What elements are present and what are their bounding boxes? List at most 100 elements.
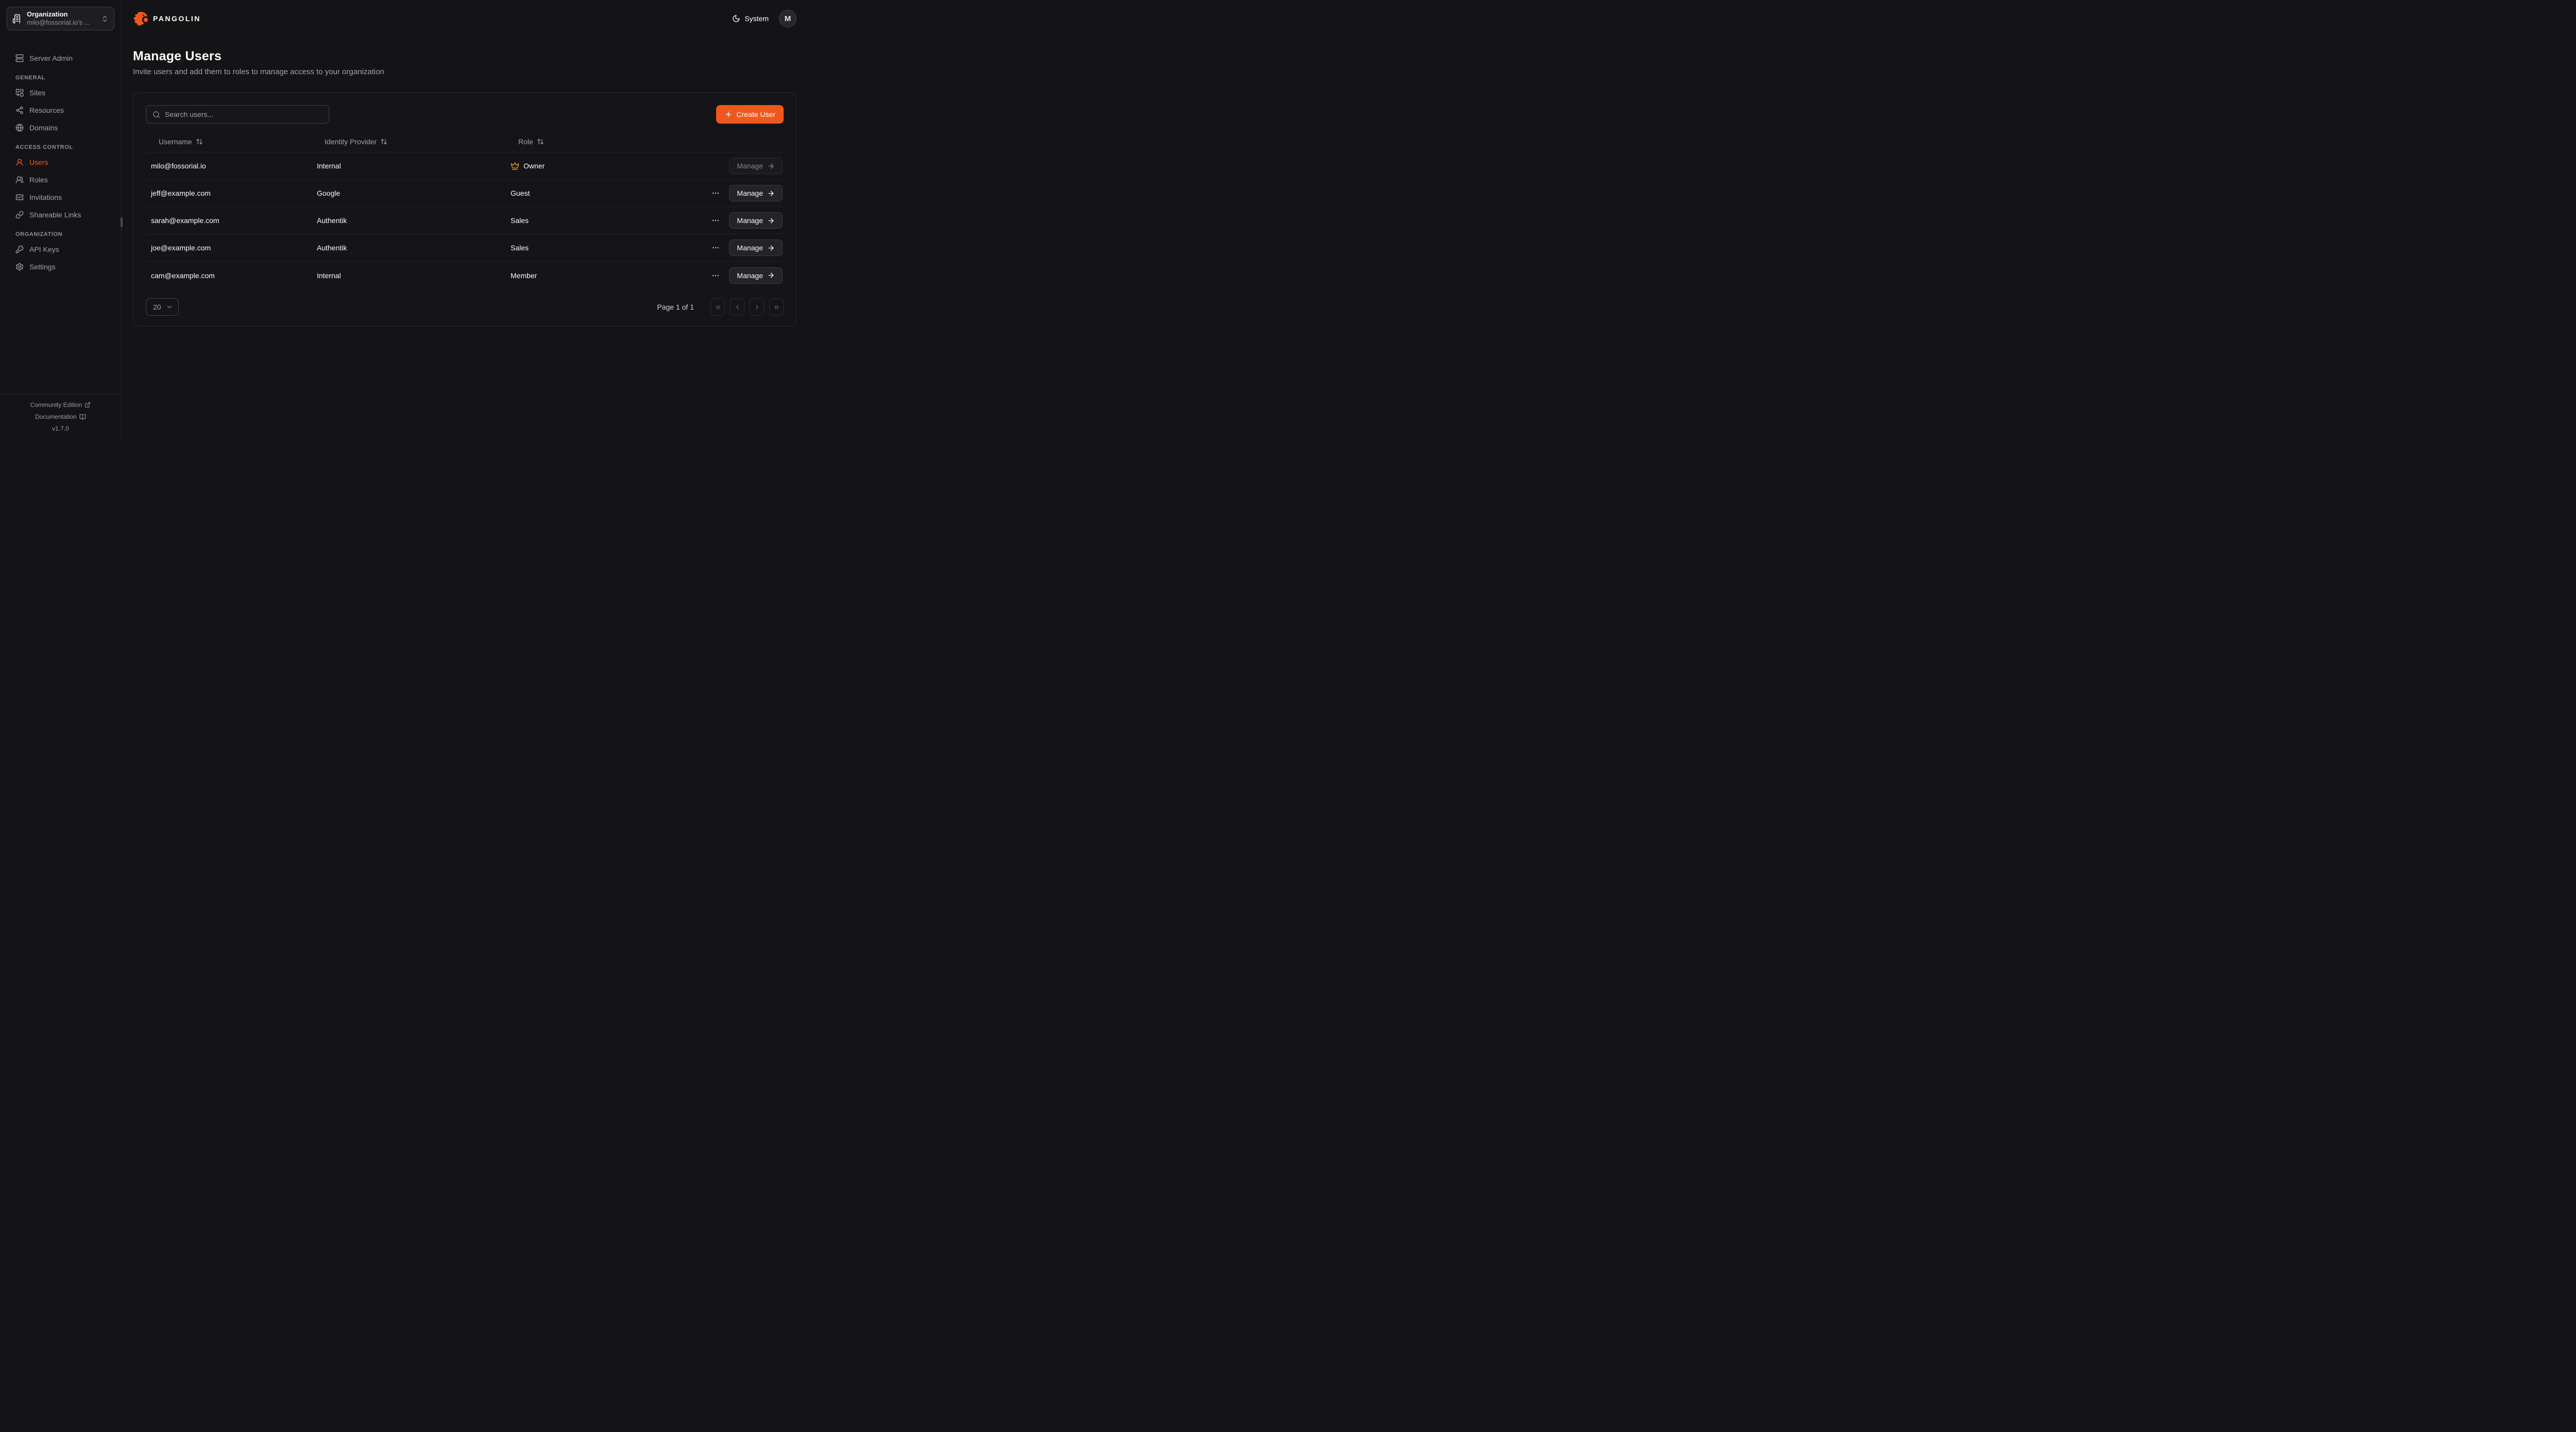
manage-button: Manage: [729, 158, 783, 174]
topbar: PANGOLIN System M: [133, 10, 796, 27]
ticket-check-icon: [15, 193, 24, 201]
pagination-bar: 20 Page 1 of 1: [146, 298, 784, 316]
sidebar-item-resources[interactable]: Resources: [15, 104, 112, 116]
pangolin-wordmark: PANGOLIN: [153, 14, 201, 23]
sidebar-item-shareable-links[interactable]: Shareable Links: [15, 209, 112, 221]
sidebar-nav: Server Admin GENERAL Sites Resources Dom…: [15, 41, 112, 278]
sort-icon: [196, 138, 203, 145]
manage-button[interactable]: Manage: [729, 267, 783, 284]
provider-cell: Google: [312, 189, 505, 197]
theme-toggle-label: System: [744, 14, 769, 23]
first-page-button[interactable]: [710, 298, 725, 316]
row-menu-button[interactable]: [710, 215, 721, 226]
sidebar-item-roles[interactable]: Roles: [15, 174, 112, 186]
community-edition-label: Community Edition: [30, 401, 82, 408]
row-actions: Manage: [718, 267, 784, 284]
arrow-right-icon: [767, 271, 775, 279]
sidebar-item-label: Shareable Links: [29, 211, 81, 219]
manage-label: Manage: [737, 162, 763, 170]
provider-cell: Authentik: [312, 216, 505, 225]
manage-label: Manage: [737, 216, 763, 225]
provider-cell: Authentik: [312, 244, 505, 252]
table-header-row: Username Identity Provider Role: [146, 131, 784, 152]
column-header-label: Username: [159, 138, 192, 146]
sidebar-item-label: Settings: [29, 263, 56, 271]
page-size-value: 20: [153, 303, 161, 311]
column-header-username[interactable]: Username: [146, 138, 312, 146]
row-menu-button[interactable]: [710, 270, 721, 281]
provider-cell: Internal: [312, 162, 505, 170]
provider-cell: Internal: [312, 271, 505, 280]
sidebar-item-label: Resources: [29, 106, 64, 114]
search-box: [146, 105, 329, 124]
server-icon: [15, 54, 24, 62]
gear-icon: [15, 263, 24, 271]
page-info: Page 1 of 1: [657, 303, 694, 311]
last-page-button[interactable]: [769, 298, 784, 316]
prev-page-button[interactable]: [730, 298, 744, 316]
row-actions: Manage: [718, 158, 784, 174]
sidebar-item-server-admin[interactable]: Server Admin: [15, 52, 112, 64]
section-label-organization: ORGANIZATION: [15, 231, 112, 237]
page-subtitle: Invite users and add them to roles to ma…: [133, 67, 796, 76]
next-page-button[interactable]: [750, 298, 764, 316]
users-toolbar: Create User: [146, 105, 784, 124]
key-icon: [15, 245, 24, 253]
avatar[interactable]: M: [779, 10, 796, 27]
pangolin-logo[interactable]: PANGOLIN: [133, 11, 201, 27]
org-selector[interactable]: Organization milo@fossorial.io's ...: [7, 7, 114, 30]
column-header-role[interactable]: Role: [505, 138, 718, 146]
sidebar-item-settings[interactable]: Settings: [15, 261, 112, 273]
table-row: cam@example.com Internal Member Manage: [146, 262, 784, 289]
manage-button[interactable]: Manage: [729, 240, 783, 256]
manage-label: Manage: [737, 189, 763, 197]
sidebar-item-users[interactable]: Users: [15, 156, 112, 168]
share-nodes-icon: [15, 106, 24, 114]
moon-icon: [732, 14, 740, 23]
sidebar-item-sites[interactable]: Sites: [15, 87, 112, 99]
row-actions: Manage: [718, 240, 784, 256]
page-title: Manage Users: [133, 49, 796, 64]
column-header-provider[interactable]: Identity Provider: [312, 138, 505, 146]
theme-toggle[interactable]: System: [732, 14, 769, 23]
users-icon: [15, 176, 24, 184]
globe-icon: [15, 124, 24, 132]
username-cell: cam@example.com: [146, 271, 312, 280]
pangolin-logo-icon: [133, 11, 149, 27]
sidebar-item-label: Roles: [29, 176, 48, 184]
manage-button[interactable]: Manage: [729, 212, 783, 229]
community-edition-link[interactable]: Community Edition: [5, 401, 116, 408]
org-selector-value: milo@fossorial.io's ...: [27, 19, 96, 27]
chevron-down-icon: [166, 303, 173, 311]
page-size-select[interactable]: 20: [146, 298, 179, 316]
sidebar-item-api-keys[interactable]: API Keys: [15, 243, 112, 255]
arrow-right-icon: [767, 244, 775, 252]
create-user-label: Create User: [737, 110, 775, 118]
search-input[interactable]: [165, 110, 323, 118]
main-area: PANGOLIN System M Manage Users Invite us…: [122, 0, 808, 443]
documentation-link[interactable]: Documentation: [5, 413, 116, 420]
role-cell: Guest: [505, 189, 718, 197]
sort-icon: [537, 138, 544, 145]
sidebar-item-invitations[interactable]: Invitations: [15, 191, 112, 203]
row-menu-button[interactable]: [710, 243, 721, 253]
building-icon: [12, 14, 22, 24]
create-user-button[interactable]: Create User: [716, 105, 784, 124]
combine-icon: [15, 89, 24, 97]
row-menu-button[interactable]: [710, 188, 721, 198]
org-selector-texts: Organization milo@fossorial.io's ...: [27, 10, 96, 27]
pagination-right: Page 1 of 1: [657, 298, 784, 316]
sidebar-item-label: Sites: [29, 89, 45, 97]
external-link-icon: [84, 402, 91, 408]
manage-button[interactable]: Manage: [729, 185, 783, 201]
username-cell: sarah@example.com: [146, 216, 312, 225]
crown-icon: [511, 162, 519, 171]
sidebar-item-label: API Keys: [29, 245, 59, 253]
users-table: Username Identity Provider Role: [146, 131, 784, 289]
row-actions: Manage: [718, 185, 784, 201]
avatar-initial: M: [785, 14, 791, 23]
sidebar-resize-handle[interactable]: [121, 217, 123, 227]
role-label: Owner: [523, 162, 545, 170]
sidebar-item-domains[interactable]: Domains: [15, 122, 112, 134]
table-row: milo@fossorial.io Internal Owner Manage: [146, 152, 784, 180]
